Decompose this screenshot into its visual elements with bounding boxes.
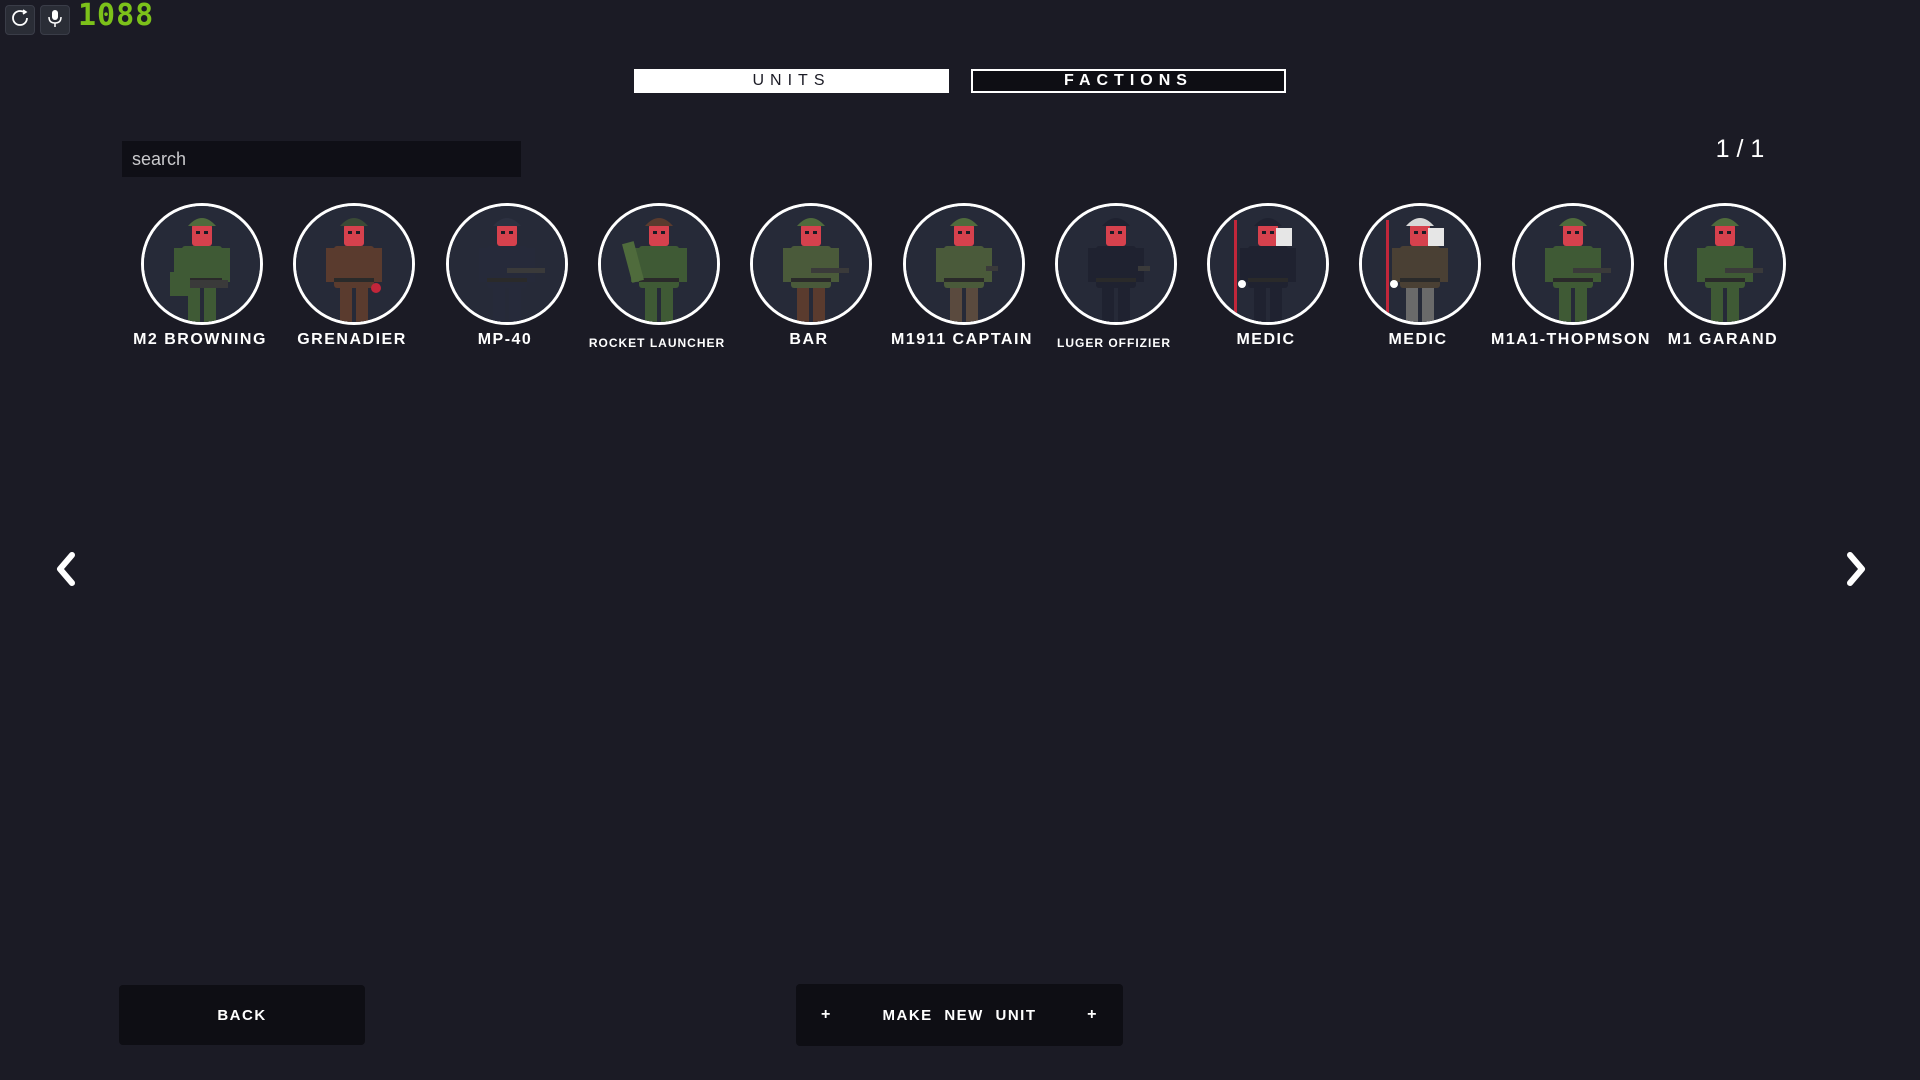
unit-card[interactable]: LUGER OFFIZIER: [1038, 203, 1190, 363]
back-button-label: BACK: [217, 1006, 267, 1024]
unit-portrait: [1207, 203, 1329, 325]
unit-name: LUGER OFFIZIER: [1057, 336, 1171, 350]
tab-factions[interactable]: FACTIONS: [971, 69, 1286, 93]
unit-portrait: [141, 203, 263, 325]
unit-portrait: [598, 203, 720, 325]
unit-portrait: [903, 203, 1025, 325]
units-list: M2 BROWNING GRENADIER MP-40 ROCKET LAUNCHER…: [124, 203, 1824, 363]
unit-name: GRENADIER: [297, 331, 407, 348]
chevron-left-icon: [52, 551, 80, 592]
unit-name: MEDIC: [1236, 331, 1296, 348]
unit-portrait: [750, 203, 872, 325]
unit-card[interactable]: BAR: [733, 203, 885, 363]
unit-portrait: [1664, 203, 1786, 325]
page-indicator: 1 / 1: [1715, 135, 1765, 163]
unit-card[interactable]: M1 GARAND: [1647, 203, 1799, 363]
unit-card[interactable]: M2 BROWNING: [124, 203, 276, 363]
plus-icon: +: [821, 1006, 832, 1023]
unit-name: BAR: [789, 331, 829, 348]
unit-name: M1A1-THOPMSON: [1491, 331, 1651, 348]
prev-page-button[interactable]: [48, 551, 84, 591]
tab-units[interactable]: UNITS: [634, 69, 949, 93]
unit-card[interactable]: ROCKET LAUNCHER: [581, 203, 733, 363]
search-input[interactable]: [122, 141, 521, 177]
unit-portrait: [1512, 203, 1634, 325]
next-page-button[interactable]: [1838, 551, 1874, 591]
make-new-unit-button[interactable]: + MAKE NEW UNIT +: [796, 984, 1123, 1046]
back-button[interactable]: BACK: [119, 985, 365, 1045]
unit-name: MP-40: [477, 331, 533, 348]
unit-card[interactable]: M1911 CAPTAIN: [886, 203, 1038, 363]
unit-portrait: [1055, 203, 1177, 325]
microphone-icon: [46, 8, 64, 33]
unit-card[interactable]: M1A1-THOPMSON: [1491, 203, 1649, 363]
unit-name: M1 GARAND: [1667, 331, 1779, 348]
unit-name: MEDIC: [1388, 331, 1448, 348]
frame-counter: 1088: [78, 0, 155, 33]
unit-portrait: [293, 203, 415, 325]
chevron-right-icon: [1842, 551, 1870, 592]
unit-portrait: [446, 203, 568, 325]
unit-name: M2 BROWNING: [133, 331, 267, 348]
unit-name: M1911 CAPTAIN: [891, 331, 1033, 348]
plus-icon: +: [1087, 1006, 1098, 1023]
unit-card[interactable]: GRENADIER: [276, 203, 428, 363]
unit-portrait: [1359, 203, 1481, 325]
make-new-unit-label: MAKE NEW UNIT: [882, 1006, 1037, 1024]
unit-card[interactable]: MEDIC: [1342, 203, 1494, 363]
unit-name: ROCKET LAUNCHER: [588, 336, 726, 350]
unit-card[interactable]: MP-40: [429, 203, 581, 363]
refresh-icon: [10, 8, 30, 33]
unit-browser-screen: 1088 UNITS FACTIONS 1 / 1 M2 BROWNING GRE…: [0, 0, 1920, 1080]
unit-card[interactable]: MEDIC: [1190, 203, 1342, 363]
refresh-button[interactable]: [5, 5, 35, 35]
microphone-button[interactable]: [40, 5, 70, 35]
